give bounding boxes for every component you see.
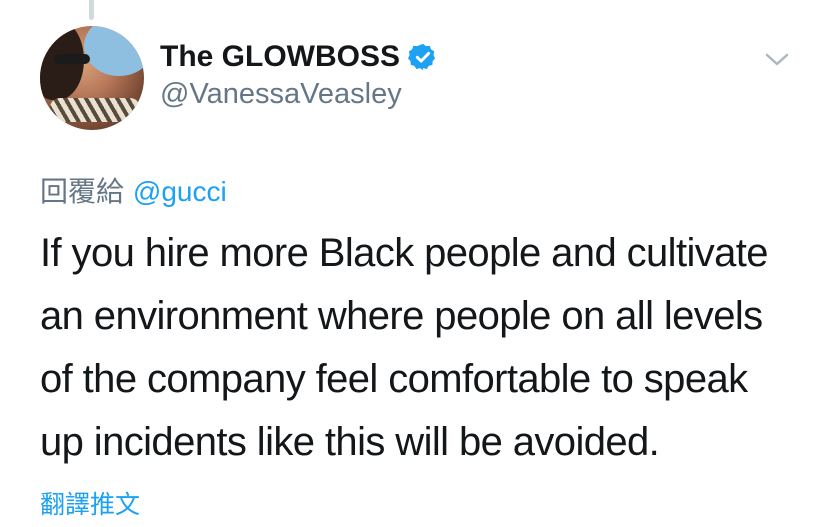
reply-mention-link[interactable]: @gucci [133, 176, 227, 207]
avatar[interactable] [40, 26, 144, 130]
chevron-down-icon[interactable] [762, 50, 792, 70]
display-name[interactable]: The GLOWBOSS [160, 40, 438, 74]
translate-tweet-link[interactable]: 翻譯推文 [40, 485, 140, 521]
user-handle[interactable]: @VanessaVeasley [160, 78, 402, 111]
display-name-text: The GLOWBOSS [160, 40, 400, 73]
tweet-text: If you hire more Black people and cultiv… [40, 231, 769, 464]
reply-prefix: 回覆給 [40, 175, 125, 208]
thread-connector-line [89, 0, 94, 20]
reply-context: 回覆給 @gucci [40, 170, 227, 210]
verified-badge-icon [408, 43, 436, 71]
